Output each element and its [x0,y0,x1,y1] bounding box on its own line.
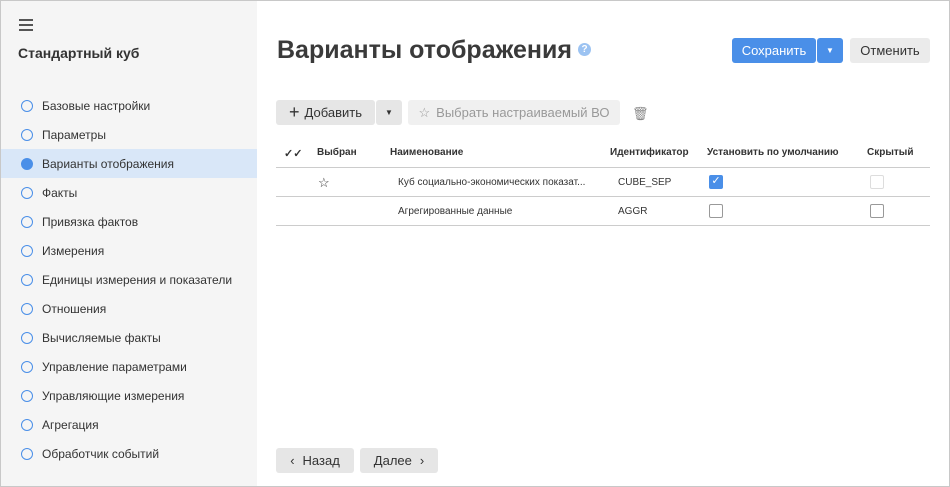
sidebar-item-label: Обработчик событий [42,446,160,461]
sidebar-item-label: Варианты отображения [42,156,175,171]
sidebar-item[interactable]: Измерения [1,236,257,265]
cube-title: Стандартный куб [18,45,140,61]
sidebar-item[interactable]: Факты [1,178,257,207]
sidebar-item[interactable]: Агрегация [1,410,257,439]
col-selected[interactable]: Выбран [317,147,357,158]
radio-icon [21,128,33,141]
chevron-right-icon: › [419,453,425,468]
select-all-icon[interactable]: ✓✓ [284,147,302,160]
sidebar-item[interactable]: Параметры [1,120,257,149]
row-name: Агрегированные данные [398,206,513,217]
sidebar-item[interactable]: Отношения [1,294,257,323]
radio-icon [21,418,33,431]
next-label: Далее [373,453,412,468]
star-icon: ☆ [318,175,330,190]
add-button[interactable]: + Добавить [276,100,375,125]
sidebar-item[interactable]: Управляющие измерения [1,381,257,410]
divider [276,196,930,197]
default-checkbox[interactable] [709,204,723,218]
back-button[interactable]: ‹ Назад [276,448,354,473]
sidebar-item[interactable]: Обработчик событий [1,439,257,468]
plus-icon: + [289,102,300,122]
radio-icon [21,273,33,286]
radio-icon [21,186,33,199]
hidden-checkbox[interactable] [870,175,884,189]
divider [276,225,930,226]
hidden-checkbox[interactable] [870,204,884,218]
radio-icon [21,244,33,257]
cancel-button[interactable]: Отменить [850,38,930,63]
hamburger-menu-icon[interactable] [19,19,33,31]
radio-icon [21,302,33,315]
chevron-left-icon: ‹ [290,453,295,468]
sidebar-item-label: Измерения [42,243,105,258]
radio-icon [21,360,33,373]
sidebar-item-label: Вычисляемые факты [42,330,161,345]
sidebar-item-label: Единицы измерения и показатели [42,272,233,287]
default-checkbox[interactable]: ✓ [709,175,723,189]
sidebar-item-label: Привязка фактов [42,214,139,229]
sidebar-item-label: Параметры [42,127,106,142]
col-hidden[interactable]: Скрытый [867,147,913,158]
radio-icon [21,447,33,460]
row-id: CUBE_SEP [618,177,672,188]
sidebar-item[interactable]: Вычисляемые факты [1,323,257,352]
sidebar: Стандартный куб Базовые настройки Парамет… [1,1,257,486]
sidebar-item[interactable]: Привязка фактов [1,207,257,236]
back-label: Назад [302,453,340,468]
sidebar-item-label: Управление параметрами [42,359,187,374]
sidebar-item[interactable]: Единицы измерения и показатели [1,265,257,294]
sidebar-item-label: Факты [42,185,78,200]
divider [276,167,930,168]
add-dropdown-button[interactable]: ▼ [376,100,402,125]
sidebar-item[interactable]: Базовые настройки [1,91,257,120]
help-icon[interactable]: ? [578,43,591,56]
radio-icon [21,157,33,170]
page-title: Варианты отображения [277,36,572,64]
pick-label: Выбрать настраиваемый ВО [436,105,610,120]
pick-custom-button[interactable]: ☆ Выбрать настраиваемый ВО [408,100,620,125]
sidebar-item-label: Отношения [42,301,107,316]
row-name: Куб социально-экономических показат... [398,177,586,188]
col-default[interactable]: Установить по умолчанию [707,147,839,158]
save-dropdown-button[interactable]: ▼ [817,38,843,63]
sidebar-item-label: Агрегация [42,417,99,432]
next-button[interactable]: Далее › [360,448,438,473]
row-id: AGGR [618,206,648,217]
col-id[interactable]: Идентификатор [610,147,689,158]
save-button[interactable]: Сохранить [732,38,816,63]
sidebar-item[interactable]: Варианты отображения [1,149,257,178]
star-icon: ☆ [418,104,431,120]
radio-icon [21,215,33,228]
sidebar-item-label: Базовые настройки [42,98,151,113]
radio-icon [21,389,33,402]
radio-icon [21,99,33,112]
col-name[interactable]: Наименование [390,147,463,158]
trash-icon[interactable]: 🗑 [632,106,649,122]
sidebar-nav: Базовые настройки Параметры Варианты отобр… [1,91,257,468]
sidebar-item[interactable]: Управление параметрами [1,352,257,381]
radio-icon [21,331,33,344]
add-label: Добавить [304,105,362,120]
sidebar-item-label: Управляющие измерения [42,388,185,403]
